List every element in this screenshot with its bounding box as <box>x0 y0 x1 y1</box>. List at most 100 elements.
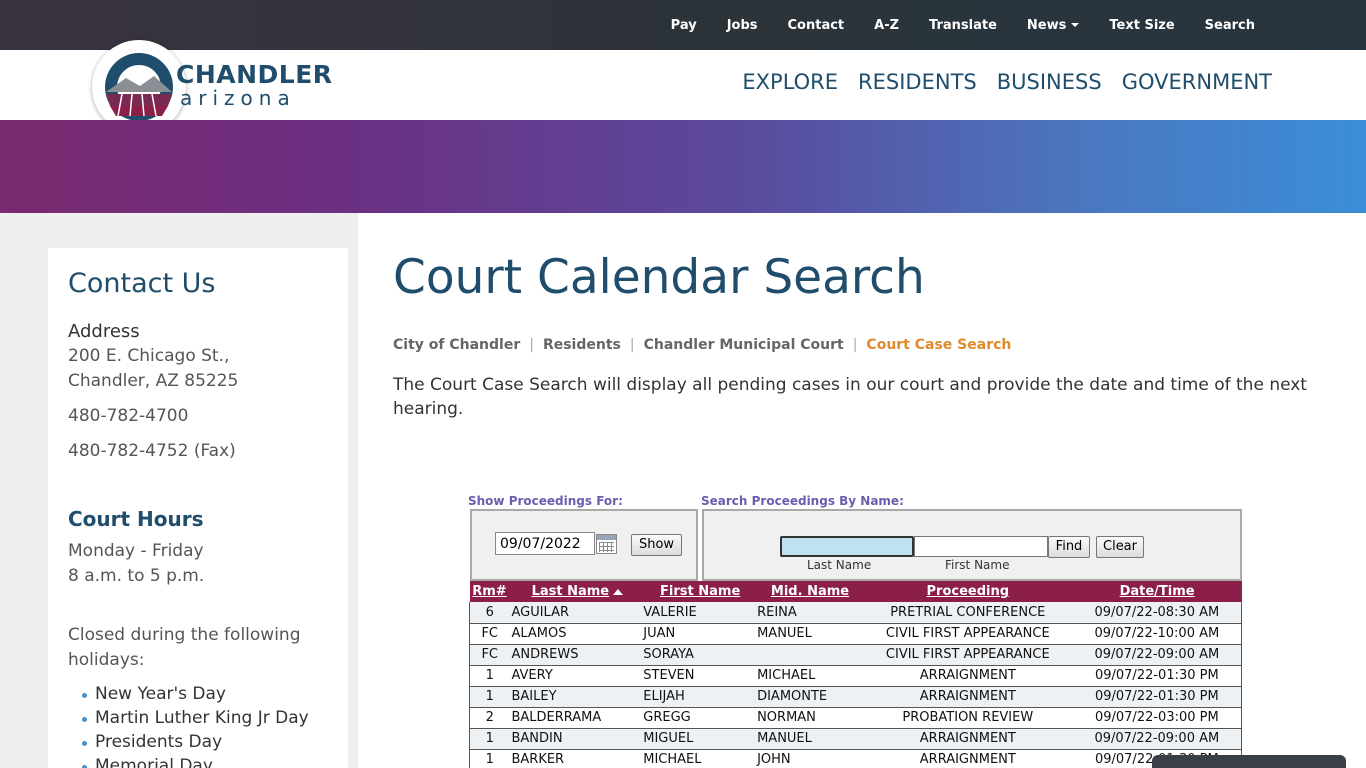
cell-date-time: 09/07/22-09:00 AM <box>1072 728 1242 750</box>
breadcrumb-separator: | <box>629 337 635 353</box>
court-hours-title: Court Hours <box>68 507 204 531</box>
col-header-last-name[interactable]: Last Name <box>509 581 644 602</box>
cell-room: 1 <box>469 665 510 687</box>
cell-room: FC <box>469 644 510 666</box>
cell-middle-name: MANUEL <box>757 728 863 750</box>
hero-banner <box>0 120 1366 213</box>
utility-nav: Pay Jobs Contact A-Z Translate News Text… <box>656 0 1270 50</box>
utility-link-a-z[interactable]: A-Z <box>859 18 914 33</box>
utility-link-news[interactable]: News <box>1012 18 1094 33</box>
breadcrumb-residents[interactable]: Residents <box>543 337 621 353</box>
utility-link-search[interactable]: Search <box>1190 18 1270 33</box>
clear-button[interactable]: Clear <box>1096 536 1144 558</box>
table-header-row: Rm# Last Name First Name Mid. Name Proce… <box>469 581 1242 602</box>
utility-link-text-size[interactable]: Text Size <box>1094 18 1189 33</box>
logo-wordmark-city[interactable]: CHANDLER <box>176 60 333 89</box>
table-row: 6 AGUILAR VALERIE REINA PRETRIAL CONFERE… <box>469 602 1242 624</box>
last-name-caption: Last Name <box>807 558 872 572</box>
show-proceedings-label: Show Proceedings For: <box>468 494 623 508</box>
fax-number: 480-782-4752 (Fax) <box>68 441 236 461</box>
col-header-date-time[interactable]: Date/Time <box>1072 581 1242 602</box>
closed-note-line-2: holidays: <box>68 650 145 670</box>
cell-middle-name: JOHN <box>757 749 863 768</box>
breadcrumb-city[interactable]: City of Chandler <box>393 337 520 353</box>
table-row: 1 BAILEY ELIJAH DIAMONTE ARRAIGNMENT 09/… <box>469 686 1242 708</box>
nav-residents[interactable]: RESIDENTS <box>858 70 977 94</box>
main-nav: EXPLORE RESIDENTS BUSINESS GOVERNMENT <box>742 70 1272 94</box>
col-header-first-name[interactable]: First Name <box>643 581 758 602</box>
col-header-room[interactable]: Rm# <box>469 581 510 602</box>
intro-text: The Court Case Search will display all p… <box>393 375 1307 419</box>
cell-room: 1 <box>469 728 510 750</box>
breadcrumb: City of Chandler | Residents | Chandler Muni… <box>393 337 1011 353</box>
phone-number[interactable]: 480-782-4700 <box>68 406 188 426</box>
cell-proceeding: ARRAIGNMENT <box>862 749 1073 768</box>
find-button[interactable]: Find <box>1048 536 1090 558</box>
sidebar-title: Contact Us <box>68 268 216 299</box>
cell-first-name: MIGUEL <box>643 728 758 750</box>
cell-date-time: 09/07/22-10:00 AM <box>1072 623 1242 645</box>
last-name-input[interactable] <box>780 536 914 557</box>
cell-room: 2 <box>469 707 510 729</box>
cell-proceeding: CIVIL FIRST APPEARANCE <box>862 623 1073 645</box>
show-button[interactable]: Show <box>631 534 682 556</box>
cell-middle-name: REINA <box>757 602 863 624</box>
utility-link-pay[interactable]: Pay <box>656 18 712 33</box>
cell-last-name: BANDIN <box>509 728 644 750</box>
first-name-input[interactable] <box>914 536 1048 557</box>
list-item: Martin Luther King Jr Day <box>80 708 309 732</box>
table-row: 1 BARKER MICHAEL JOHN ARRAIGNMENT 09/07/… <box>469 749 1242 768</box>
cell-proceeding: PRETRIAL CONFERENCE <box>862 602 1073 624</box>
cell-first-name: STEVEN <box>643 665 758 687</box>
utility-link-translate[interactable]: Translate <box>914 18 1012 33</box>
cell-middle-name: NORMAN <box>757 707 863 729</box>
cell-proceeding: ARRAIGNMENT <box>862 686 1073 708</box>
address-label: Address <box>68 321 140 342</box>
utility-link-news-label: News <box>1026 17 1067 33</box>
breadcrumb-current: Court Case Search <box>866 337 1012 353</box>
list-item: Memorial Day <box>80 756 309 768</box>
cell-date-time: 09/07/22-01:30 PM <box>1072 686 1242 708</box>
cell-proceeding: PROBATION REVIEW <box>862 707 1073 729</box>
breadcrumb-separator: | <box>852 337 858 353</box>
cell-first-name: SORAYA <box>643 644 758 666</box>
calendar-icon[interactable] <box>596 534 617 554</box>
hours-days: Monday - Friday <box>68 541 204 561</box>
address-line-1: 200 E. Chicago St., <box>68 346 230 366</box>
nav-explore[interactable]: EXPLORE <box>742 70 838 94</box>
cell-proceeding: ARRAIGNMENT <box>862 665 1073 687</box>
cell-date-time: 09/07/22-08:30 AM <box>1072 602 1242 624</box>
address-line-2: Chandler, AZ 85225 <box>68 371 239 391</box>
cell-last-name: BALDERRAMA <box>509 707 644 729</box>
table-row: FC ANDREWS SORAYA CIVIL FIRST APPEARANCE… <box>469 644 1242 666</box>
cell-room: 6 <box>469 602 510 624</box>
cell-room: 1 <box>469 686 510 708</box>
col-header-proceeding[interactable]: Proceeding <box>862 581 1073 602</box>
table-row: 1 BANDIN MIGUEL MANUEL ARRAIGNMENT 09/07… <box>469 728 1242 750</box>
utility-link-contact[interactable]: Contact <box>773 18 860 33</box>
floating-widget-tab[interactable] <box>1152 755 1346 768</box>
nav-government[interactable]: GOVERNMENT <box>1122 70 1272 94</box>
table-row: 2 BALDERRAMA GREGG NORMAN PROBATION REVI… <box>469 707 1242 729</box>
closed-note-line-1: Closed during the following <box>68 625 301 645</box>
sort-ascending-icon <box>613 588 624 595</box>
date-input[interactable] <box>495 532 595 555</box>
cell-first-name: JUAN <box>643 623 758 645</box>
cell-last-name: ALAMOS <box>509 623 644 645</box>
col-header-middle-name[interactable]: Mid. Name <box>757 581 863 602</box>
results-table: Rm# Last Name First Name Mid. Name Proce… <box>469 581 1242 768</box>
logo-wordmark-state[interactable]: arizona <box>180 86 296 110</box>
cell-last-name: AGUILAR <box>509 602 644 624</box>
search-by-name-label: Search Proceedings By Name: <box>701 494 904 508</box>
page-title: Court Calendar Search <box>393 250 925 305</box>
cell-proceeding: ARRAIGNMENT <box>862 728 1073 750</box>
cell-date-time: 09/07/22-03:00 PM <box>1072 707 1242 729</box>
breadcrumb-separator: | <box>529 337 534 353</box>
cell-date-time: 09/07/22-01:30 PM <box>1072 665 1242 687</box>
breadcrumb-court[interactable]: Chandler Municipal Court <box>644 337 844 353</box>
utility-link-jobs[interactable]: Jobs <box>712 18 773 33</box>
nav-business[interactable]: BUSINESS <box>997 70 1102 94</box>
caret-down-icon <box>1071 23 1080 27</box>
cell-middle-name <box>757 644 863 666</box>
list-item: Presidents Day <box>80 732 309 756</box>
